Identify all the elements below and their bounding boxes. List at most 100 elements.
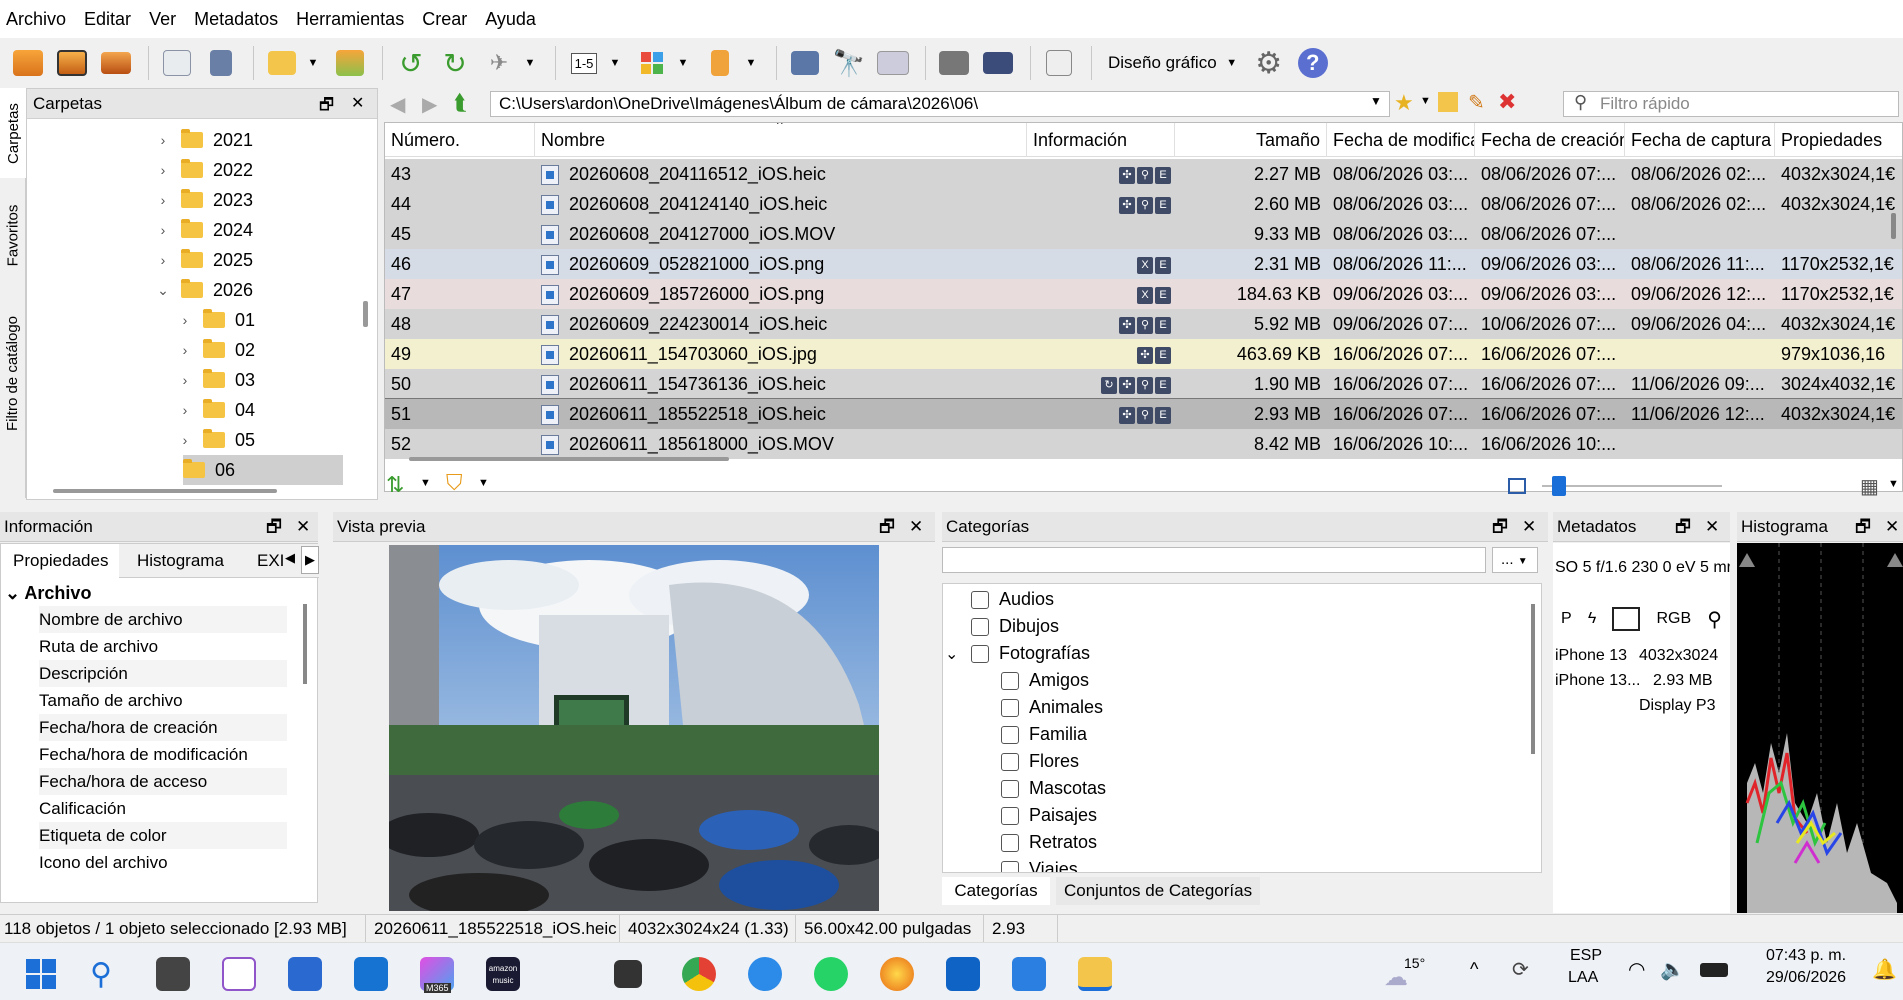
close-icon[interactable]: ✕ — [351, 93, 364, 113]
tab-scroll-right-icon[interactable]: ▶ — [301, 546, 319, 574]
restore-icon[interactable]: 🗗 — [319, 94, 334, 121]
file-row[interactable]: 51 20260611_185522518_iOS.heic ✣ ⚲ E 2.93 MB 1… — [385, 398, 1902, 430]
chevron-down-icon[interactable]: ▼ — [676, 57, 690, 69]
preview-image[interactable] — [389, 545, 879, 911]
column-header[interactable]: Fecha de creación — [1475, 123, 1625, 157]
more-button[interactable]: ... ▼ — [1492, 547, 1538, 573]
obs-icon[interactable] — [614, 960, 642, 988]
back-icon[interactable]: ◀ — [390, 92, 405, 117]
close-icon[interactable]: ✕ — [1522, 512, 1536, 542]
category-checkbox[interactable] — [971, 644, 989, 663]
file-row[interactable]: 48 20260609_224230014_iOS.heic ✣ ⚲ E 5.92 MB 0… — [385, 309, 1902, 339]
layout-selector[interactable]: Diseño gráfico — [1108, 53, 1217, 73]
property-item[interactable]: Descripción — [39, 660, 287, 687]
scanner-icon[interactable] — [978, 43, 1018, 83]
category-checkbox[interactable] — [1001, 698, 1019, 717]
category-item[interactable]: ⌄ Fotografías — [945, 640, 1090, 667]
chevron-down-icon[interactable]: ▼ — [420, 477, 431, 489]
property-item[interactable]: Fecha/hora de acceso — [39, 768, 287, 795]
chevron-down-icon[interactable]: ▼ — [1420, 95, 1431, 107]
tab-favoritos[interactable]: Favoritos — [0, 183, 26, 288]
category-item[interactable]: Retratos — [1001, 829, 1097, 856]
column-header[interactable]: Tamaño — [1175, 123, 1327, 157]
wifi-icon[interactable]: ◠ — [1628, 957, 1645, 982]
column-header[interactable]: Fecha de captura — [1625, 123, 1775, 157]
scrollbar-thumb[interactable] — [1891, 213, 1896, 239]
language-code[interactable]: ESP — [1570, 947, 1602, 965]
category-item[interactable]: Familia — [1001, 721, 1087, 748]
column-header[interactable]: Propiedades — [1775, 123, 1902, 157]
category-checkbox[interactable] — [1001, 752, 1019, 771]
delete-icon[interactable]: ✖ — [1498, 89, 1516, 115]
category-checkbox[interactable] — [1001, 860, 1019, 872]
property-item[interactable]: Fecha/hora de modificación — [39, 741, 287, 768]
chevron-up-icon[interactable]: ^ — [1470, 959, 1478, 980]
close-icon[interactable]: ✕ — [1885, 512, 1899, 542]
file-row[interactable]: 43 20260608_204116512_iOS.heic ✣ ⚲ E 2.27 MB 0… — [385, 159, 1902, 189]
menu-crear[interactable]: Crear — [416, 9, 479, 30]
scrollbar-thumb[interactable] — [1531, 604, 1535, 754]
onedrive-icon[interactable] — [748, 957, 782, 991]
sync-icon[interactable]: ⟳ — [1512, 957, 1529, 982]
category-checkbox[interactable] — [1001, 779, 1019, 798]
tools-icon[interactable]: ✈ — [479, 43, 519, 83]
fullscreen-icon[interactable] — [96, 43, 136, 83]
notifications-icon[interactable]: 🔔 — [1872, 957, 1897, 982]
category-checkbox[interactable] — [1001, 833, 1019, 852]
property-item[interactable]: Fecha/hora de creación — [39, 714, 287, 741]
restore-icon[interactable]: 🗗 — [879, 512, 895, 542]
file-row[interactable]: 47 20260609_185726000_iOS.png X E 184.63 KB 0… — [385, 279, 1902, 309]
tab-carpetas[interactable]: Carpetas — [0, 88, 26, 178]
clock-time[interactable]: 07:43 p. m. — [1766, 947, 1846, 965]
keyboard-layout[interactable]: LAA — [1568, 969, 1598, 987]
close-icon[interactable]: ✕ — [1705, 512, 1719, 542]
chevron-right-icon[interactable]: › — [175, 372, 195, 388]
path-input[interactable]: C:\Users\ardon\OneDrive\Imágenes\Álbum d… — [490, 91, 1390, 117]
category-item[interactable]: Viajes — [1001, 856, 1078, 872]
scrollbar-thumb[interactable] — [363, 301, 368, 327]
view-icon[interactable] — [52, 43, 92, 83]
file-row[interactable]: 45 20260608_204127000_iOS.MOV 9.33 MB 08/06… — [385, 219, 1902, 249]
category-item[interactable]: Audios — [971, 586, 1054, 613]
outlook-new-icon[interactable] — [354, 957, 388, 991]
binoculars-icon[interactable]: 🔭 — [829, 43, 869, 83]
snipping-tool-icon[interactable] — [222, 957, 256, 991]
chevron-right-icon[interactable]: › — [175, 312, 195, 328]
category-item[interactable]: Amigos — [1001, 667, 1089, 694]
tab-categorias[interactable]: Categorías — [942, 877, 1050, 905]
folder-item[interactable]: › 2021 — [153, 125, 253, 155]
clock-date[interactable]: 29/06/2026 — [1766, 969, 1846, 987]
chevron-right-icon[interactable]: › — [153, 252, 173, 268]
whiteboard-icon[interactable] — [288, 957, 322, 991]
chevron-down-icon[interactable]: ⌄ — [153, 282, 173, 299]
category-item[interactable]: Animales — [1001, 694, 1103, 721]
restore-icon[interactable]: 🗗 — [1492, 512, 1508, 542]
star-icon[interactable]: ★ — [1394, 90, 1414, 116]
rotate-right-icon[interactable]: ↻ — [435, 43, 475, 83]
chevron-right-icon[interactable]: › — [153, 222, 173, 238]
windows-start-icon[interactable] — [24, 957, 58, 991]
category-checkbox[interactable] — [971, 617, 989, 636]
xnview-icon[interactable] — [880, 957, 914, 991]
outlook-icon[interactable] — [946, 957, 980, 991]
property-item[interactable]: Ruta de archivo — [39, 633, 287, 660]
tag-icon[interactable] — [700, 43, 740, 83]
forward-icon[interactable]: ▶ — [422, 92, 437, 117]
filter-icon[interactable]: ⛉ — [446, 470, 463, 496]
folder-item[interactable]: ⌄ 2026 — [153, 275, 253, 305]
property-item[interactable]: Etiqueta de color — [39, 822, 287, 849]
thumbnail-size-icon[interactable] — [1508, 478, 1526, 494]
restore-icon[interactable]: 🗗 — [1675, 512, 1691, 542]
folder-item[interactable]: › 2023 — [153, 185, 253, 215]
search-icon[interactable]: ⚲ — [90, 957, 124, 991]
h-scrollbar-thumb[interactable] — [53, 489, 277, 493]
property-item[interactable]: Calificación — [39, 795, 287, 822]
tab-propiedades[interactable]: Propiedades — [1, 544, 119, 578]
chevron-right-icon[interactable]: › — [175, 342, 195, 358]
menu-archivo[interactable]: Archivo — [0, 9, 78, 30]
folder-item[interactable]: › 04 — [175, 395, 255, 425]
file-row[interactable]: 49 20260611_154703060_iOS.jpg ✣ E 463.69 KB 1… — [385, 339, 1902, 369]
group-archivo[interactable]: ⌄ Archivo — [1, 580, 91, 606]
close-icon[interactable]: ✕ — [296, 512, 310, 542]
folder-item[interactable]: 06 — [183, 455, 343, 485]
